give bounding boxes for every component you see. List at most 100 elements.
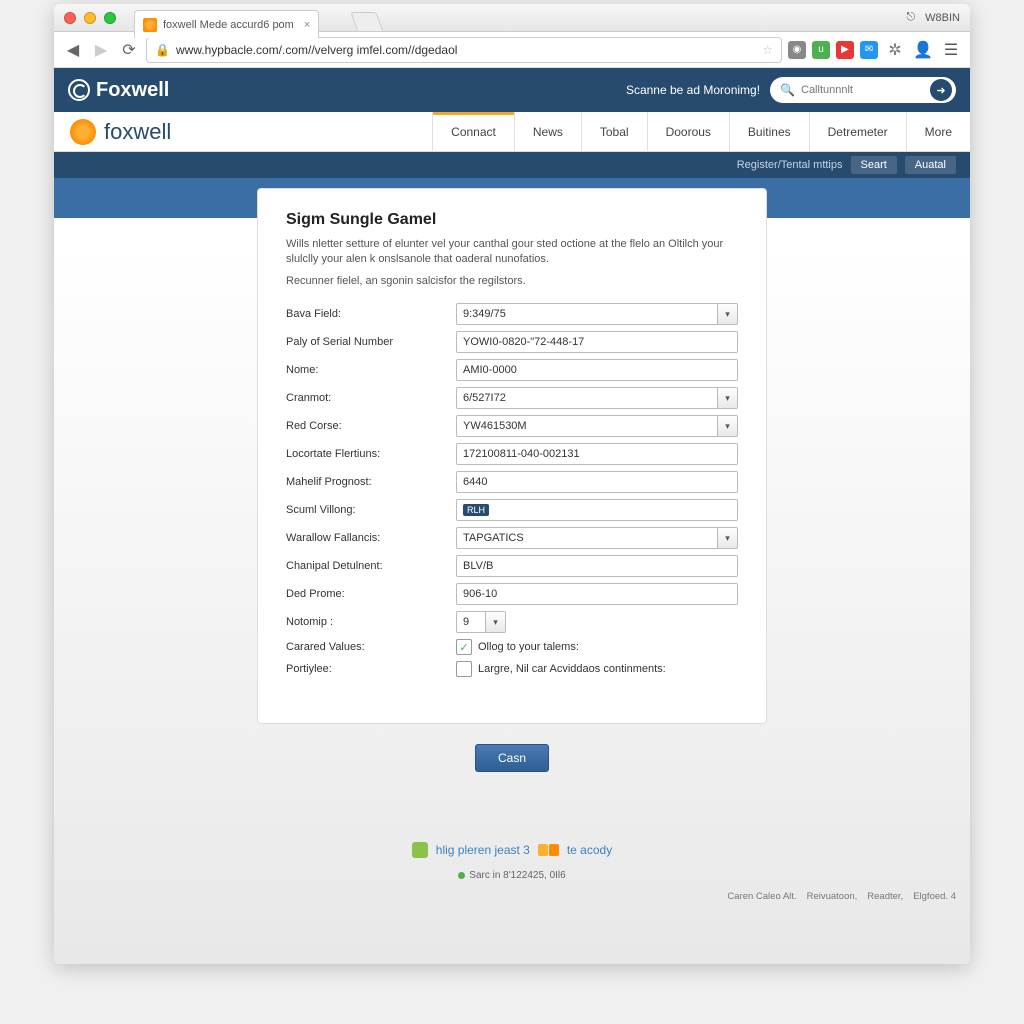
profile-icon[interactable]: 👤 [912, 39, 934, 61]
label-locortate: Locortate Flertiuns: [286, 448, 456, 460]
back-button[interactable]: ◀ [62, 39, 84, 61]
help-link-1[interactable]: hlig pleren jeast 3 [436, 843, 530, 857]
extension-icon-2[interactable]: u [812, 41, 830, 59]
submit-button[interactable]: Casn [475, 744, 549, 772]
input-nome[interactable] [456, 359, 738, 381]
input-ded[interactable] [456, 583, 738, 605]
label-red: Red Corse: [286, 420, 456, 432]
url-text: www.hypbacle.com/.com//velverg imfel.com… [176, 43, 457, 57]
header-search[interactable]: 🔍 ➜ [770, 77, 956, 103]
help-link-row: hlig pleren jeast 3 te acody [412, 842, 612, 858]
header-tagline: Scanne be ad Moronimg! [626, 83, 760, 97]
label-mahelif: Mahelif Prognost: [286, 476, 456, 488]
address-bar[interactable]: 🔒 www.hypbacle.com/.com//velverg imfel.c… [146, 37, 782, 63]
nav-tab-buitines[interactable]: Buitines [729, 112, 809, 151]
chevron-down-icon: ▾ [717, 388, 737, 408]
search-go-button[interactable]: ➜ [930, 79, 952, 101]
search-input[interactable] [801, 84, 924, 96]
form-desc-2: Recunner fielel, an sgonin salcisfor the… [286, 274, 738, 289]
new-tab-button[interactable] [350, 12, 383, 32]
nav-tab-doorous[interactable]: Doorous [647, 112, 729, 151]
input-mahelif[interactable] [456, 471, 738, 493]
tab-title: foxwell Mede accurd6 pom [163, 19, 294, 31]
checkbox-portiylee-text: Largre, Nil car Acviddaos continments: [478, 663, 666, 675]
registration-card: Sigm Sungle Gamel Wills nletter setture … [257, 188, 767, 724]
checkbox-carared-text: Ollog to your talems: [478, 641, 579, 653]
help-icon-1 [412, 842, 428, 858]
close-window-button[interactable] [64, 12, 76, 24]
title-right-text: W8BIN [925, 12, 960, 24]
label-chanipal: Chanipal Detulnent: [286, 560, 456, 572]
subnav-button-2[interactable]: Auatal [905, 156, 956, 174]
logo-icon [68, 79, 90, 101]
sub-nav: Register/Tental mttips Seart Auatal [54, 152, 970, 178]
footer-1[interactable]: Caren Caleo Alt. [727, 891, 796, 902]
reload-button[interactable]: ⟳ [118, 39, 140, 61]
label-warallow: Warallow Fallancis: [286, 532, 456, 544]
select-notomip[interactable]: 9▾ [456, 611, 506, 633]
main-nav: foxwell Connact News Tobal Doorous Buiti… [54, 112, 970, 152]
brand-text: Foxwell [96, 79, 169, 102]
label-portiylee: Portiylee: [286, 663, 456, 675]
help-icon-2 [538, 844, 559, 856]
help-link-2[interactable]: te acody [567, 843, 612, 857]
nav-tab-tobal[interactable]: Tobal [581, 112, 647, 151]
footer-links: Caren Caleo Alt. Reivuatoon, Readter, El… [54, 891, 970, 908]
tab-favicon [143, 18, 157, 32]
form-desc-1: Wills nletter setture of elunter vel you… [286, 237, 738, 268]
menu-icon[interactable]: ☰ [940, 39, 962, 61]
label-notomip: Notomip : [286, 616, 456, 628]
input-chanipal[interactable] [456, 555, 738, 577]
footer-3[interactable]: Readter, [867, 891, 903, 902]
checkbox-portiylee[interactable] [456, 661, 472, 677]
extension-icon-4[interactable]: ✉ [860, 41, 878, 59]
chevron-down-icon: ▾ [485, 612, 505, 632]
maximize-window-button[interactable] [104, 12, 116, 24]
form-title: Sigm Sungle Gamel [286, 211, 738, 229]
extension-icon-1[interactable]: ◉ [788, 41, 806, 59]
select-cranmot[interactable]: 6/527I72▾ [456, 387, 738, 409]
input-locortate[interactable] [456, 443, 738, 465]
subnav-button-1[interactable]: Seart [851, 156, 897, 174]
nav-tab-more[interactable]: More [906, 112, 970, 151]
label-bava: Bava Field: [286, 308, 456, 320]
search-icon: 🔍 [780, 83, 795, 97]
bookmark-star-icon[interactable]: ☆ [762, 43, 773, 57]
select-warallow[interactable]: TAPGATICS▾ [456, 527, 738, 549]
extension-icon-3[interactable]: ▶ [836, 41, 854, 59]
nav-brand[interactable]: foxwell [54, 112, 187, 151]
nav-brand-text: foxwell [104, 119, 171, 145]
footer-4[interactable]: Elgfoed. 4 [913, 891, 956, 902]
input-scuml[interactable]: RLH [456, 499, 738, 521]
nav-tab-connact[interactable]: Connact [432, 112, 514, 151]
settings-icon[interactable]: ✲ [884, 39, 906, 61]
nav-tab-news[interactable]: News [514, 112, 581, 151]
footer-2[interactable]: Reivuatoon, [807, 891, 858, 902]
label-serial: Paly of Serial Number [286, 336, 456, 348]
minimize-window-button[interactable] [84, 12, 96, 24]
site-header: Foxwell Scanne be ad Moronimg! 🔍 ➜ [54, 68, 970, 112]
label-nome: Nome: [286, 364, 456, 376]
header-logo[interactable]: Foxwell [68, 79, 169, 102]
chevron-down-icon: ▾ [717, 304, 737, 324]
chevron-down-icon: ▾ [717, 528, 737, 548]
nav-tab-detremeter[interactable]: Detremeter [809, 112, 906, 151]
label-cranmot: Cranmot: [286, 392, 456, 404]
sun-icon [70, 119, 96, 145]
status-dot-icon [458, 872, 465, 879]
input-serial[interactable] [456, 331, 738, 353]
window-titlebar: foxwell Mede accurd6 pom × ⎋ W8BIN [54, 4, 970, 32]
label-scuml: Scuml Villong: [286, 504, 456, 516]
select-bava[interactable]: 9:349/75▾ [456, 303, 738, 325]
status-row: Sarc in 8'122425, 0Il6 [458, 870, 565, 881]
chevron-down-icon: ▾ [717, 416, 737, 436]
browser-tab[interactable]: foxwell Mede accurd6 pom × [134, 10, 319, 38]
checkbox-carared[interactable]: ✓ [456, 639, 472, 655]
register-link[interactable]: Register/Tental mttips [737, 159, 843, 171]
tab-close-icon[interactable]: × [304, 19, 310, 31]
forward-button[interactable]: ▶ [90, 39, 112, 61]
label-ded: Ded Prome: [286, 588, 456, 600]
fullscreen-icon[interactable]: ⎋ [906, 11, 915, 24]
select-red[interactable]: YW461530M▾ [456, 415, 738, 437]
label-carared: Carared Values: [286, 641, 456, 653]
